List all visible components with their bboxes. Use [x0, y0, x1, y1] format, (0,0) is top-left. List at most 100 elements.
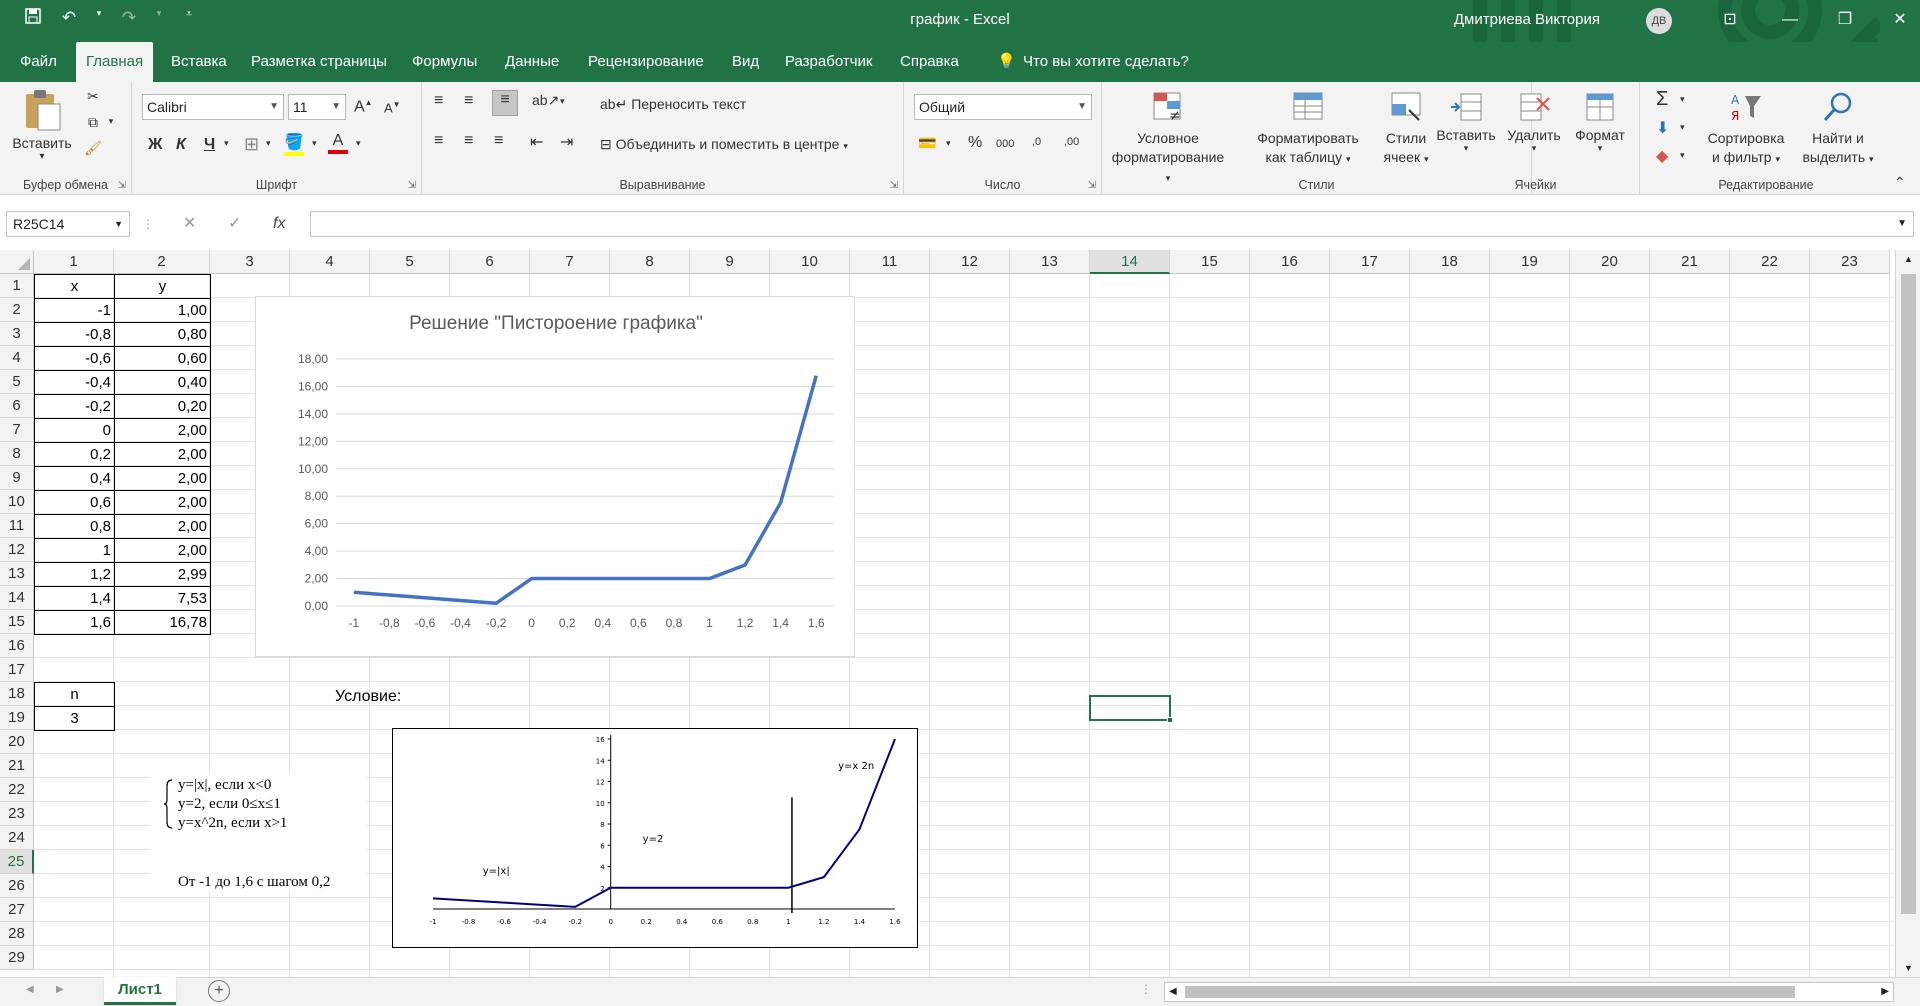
tell-me-search[interactable]: 💡 Что вы хотите сделать? — [987, 42, 1199, 82]
column-header[interactable]: 15 — [1170, 250, 1250, 274]
table-cell-y[interactable]: 1,00 — [114, 298, 211, 323]
font-launcher-icon[interactable]: ⇲ — [408, 180, 416, 191]
fill-handle[interactable] — [1167, 717, 1173, 723]
row-header[interactable]: 23 — [0, 802, 34, 826]
fill-color-dropdown-icon[interactable]: ▾ — [312, 138, 317, 149]
format-painter-icon[interactable]: 🖌 — [82, 140, 104, 157]
expand-formula-bar-icon[interactable]: ▼ — [1897, 212, 1907, 236]
tab-page-layout[interactable]: Разметка страницы — [241, 42, 397, 82]
increase-decimal-button[interactable]: ,0 — [1032, 136, 1041, 148]
underline-dropdown-icon[interactable]: ▾ — [224, 138, 229, 149]
row-header[interactable]: 5 — [0, 370, 34, 394]
table-cell-x[interactable]: -0,8 — [34, 322, 115, 347]
font-color-dropdown-icon[interactable]: ▾ — [356, 138, 361, 149]
close-button[interactable]: ✕ — [1880, 6, 1920, 34]
cancel-icon[interactable]: ✕ — [183, 211, 196, 237]
worksheet-grid[interactable]: 1 2 3 4 5 6 7 8 9 10 11 12 13 14 15 16 17 18 19 20 21 22 23 12… — [0, 250, 1920, 977]
table-cell-y[interactable]: 0,60 — [114, 346, 211, 371]
row-header[interactable]: 3 — [0, 322, 34, 346]
ribbon-options-icon[interactable]: ⊡ — [1710, 6, 1750, 34]
thousands-button[interactable]: 000 — [996, 138, 1014, 150]
tab-formulas[interactable]: Формулы — [402, 42, 487, 82]
column-header[interactable]: 23 — [1810, 250, 1890, 274]
table-cell-x[interactable]: 0,8 — [34, 514, 115, 539]
column-header[interactable]: 1 — [34, 250, 114, 274]
row-header[interactable]: 7 — [0, 418, 34, 442]
column-header[interactable]: 5 — [370, 250, 450, 274]
selected-cell-r25c14[interactable] — [1089, 695, 1173, 723]
horizontal-scroll-thumb[interactable] — [1185, 986, 1795, 998]
vertical-scrollbar[interactable]: ▲ ▼ — [1895, 250, 1920, 977]
table-cell-x[interactable]: -0,4 — [34, 370, 115, 395]
table-cell-x[interactable]: 0 — [34, 418, 115, 443]
row-header[interactable]: 21 — [0, 754, 34, 778]
table-cell-y[interactable]: 2,00 — [114, 514, 211, 539]
font-name-select[interactable]: Calibri ▼ — [142, 94, 284, 120]
orientation-icon[interactable]: ab↗ — [532, 92, 559, 109]
format-as-table-button[interactable]: Форматировать как таблицу ▾ — [1246, 90, 1370, 169]
row-header[interactable]: 28 — [0, 922, 34, 946]
row-header[interactable]: 24 — [0, 826, 34, 850]
currency-dropdown-icon[interactable]: ▾ — [946, 138, 951, 149]
table-cell-x[interactable]: 1 — [34, 538, 115, 563]
delete-cells-button[interactable]: Удалить ▾ — [1502, 90, 1566, 154]
column-header[interactable]: 22 — [1730, 250, 1810, 274]
font-color-button[interactable]: A — [328, 132, 348, 154]
table-header-x[interactable]: x — [34, 274, 115, 299]
fill-dropdown-icon[interactable]: ▾ — [1680, 122, 1685, 133]
add-sheet-icon[interactable]: + — [208, 980, 230, 1002]
table-cell-y[interactable]: 2,00 — [114, 442, 211, 467]
table-cell-x[interactable]: 1,4 — [34, 586, 115, 611]
table-cell-x[interactable]: 1,2 — [34, 562, 115, 587]
table-cell-x[interactable]: 1,6 — [34, 610, 115, 635]
table-cell-y[interactable]: 2,00 — [114, 538, 211, 563]
row-header[interactable]: 9 — [0, 466, 34, 490]
align-right-icon[interactable]: ≡ — [494, 132, 503, 150]
column-header[interactable]: 14 — [1090, 250, 1170, 274]
align-left-icon[interactable]: ≡ — [434, 132, 443, 150]
tab-review[interactable]: Рецензирование — [578, 42, 714, 82]
row-header[interactable]: 17 — [0, 658, 34, 682]
scroll-left-icon[interactable]: ◀ — [1169, 986, 1177, 997]
restore-button[interactable]: ❐ — [1825, 6, 1865, 34]
column-header[interactable]: 21 — [1650, 250, 1730, 274]
wrap-text-button[interactable]: ab↵ Переносить текст — [600, 96, 746, 113]
shrink-font-button[interactable]: A▼ — [384, 100, 401, 115]
table-cell-x[interactable]: 0,2 — [34, 442, 115, 467]
merge-center-button[interactable]: ⊟ Объединить и поместить в центре ▾ — [600, 136, 848, 153]
table-header-y[interactable]: y — [114, 274, 211, 299]
table-cell-y[interactable]: 0,20 — [114, 394, 211, 419]
name-box[interactable]: R25C14 ▼ — [6, 211, 130, 237]
insert-function-icon[interactable]: fx — [273, 211, 285, 237]
tab-home[interactable]: Главная — [76, 42, 154, 82]
formula-input[interactable]: ▼ — [310, 211, 1914, 237]
table-cell-y[interactable]: 7,53 — [114, 586, 211, 611]
tab-file[interactable]: Файл — [10, 42, 67, 82]
scroll-right-icon[interactable]: ▶ — [1881, 986, 1889, 997]
font-size-select[interactable]: 11 ▼ — [288, 94, 346, 120]
column-header[interactable]: 11 — [850, 250, 930, 274]
column-header[interactable]: 16 — [1250, 250, 1330, 274]
align-top-icon[interactable]: ≡ — [434, 92, 443, 110]
align-bottom-icon[interactable]: ≡ — [492, 90, 518, 116]
number-format-select[interactable]: Общий ▼ — [914, 94, 1092, 120]
select-all-corner[interactable] — [0, 250, 34, 274]
avatar[interactable]: ДВ — [1646, 8, 1672, 34]
scroll-up-icon[interactable]: ▲ — [1896, 254, 1920, 264]
scroll-tabs-left-icon[interactable]: ◀ — [26, 984, 34, 995]
scroll-down-icon[interactable]: ▼ — [1896, 963, 1920, 973]
cut-icon[interactable]: ✂ — [82, 88, 104, 105]
row-header[interactable]: 4 — [0, 346, 34, 370]
n-label-cell[interactable]: n — [34, 682, 115, 707]
tab-help[interactable]: Справка — [890, 42, 969, 82]
cell-styles-button[interactable]: Стили ячеек ▾ — [1374, 90, 1438, 169]
row-header[interactable]: 6 — [0, 394, 34, 418]
column-header[interactable]: 6 — [450, 250, 530, 274]
paste-button[interactable]: Вставить ▾ — [10, 88, 74, 162]
currency-icon[interactable]: 💳 — [918, 134, 937, 152]
table-cell-y[interactable]: 2,00 — [114, 490, 211, 515]
scroll-tabs-right-icon[interactable]: ▶ — [56, 984, 64, 995]
row-header[interactable]: 10 — [0, 490, 34, 514]
row-header[interactable]: 15 — [0, 610, 34, 634]
decrease-indent-icon[interactable]: ⇤ — [530, 132, 543, 152]
